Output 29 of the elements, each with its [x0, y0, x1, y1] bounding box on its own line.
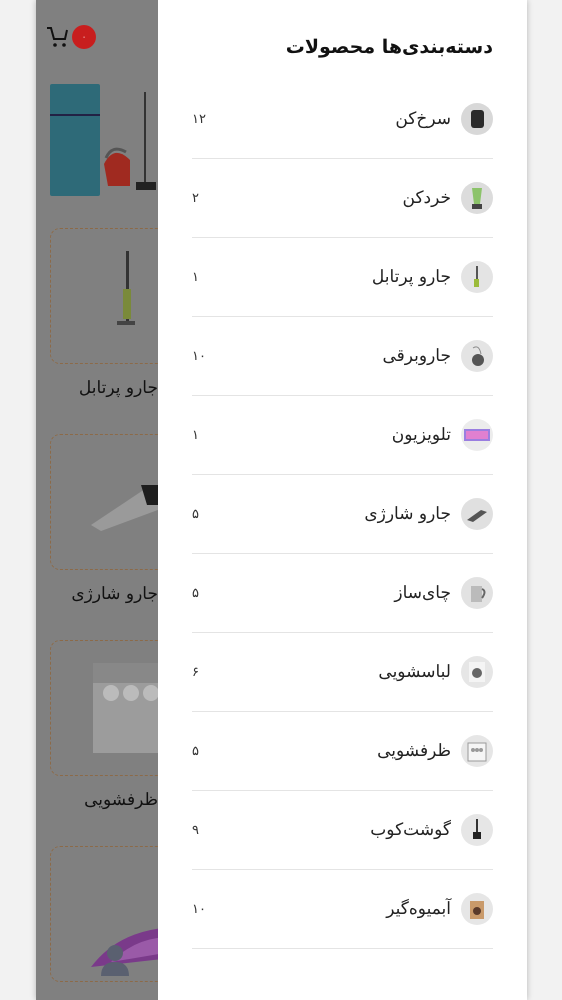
category-item[interactable]: گوشت‌کوب ۹	[192, 791, 493, 870]
drawer-title: دسته‌بندی‌ها محصولات	[284, 36, 493, 60]
category-count: ۱	[192, 270, 199, 284]
category-count: ۶	[192, 664, 199, 680]
category-item[interactable]: چای‌ساز ۵	[192, 554, 493, 633]
product-name: جارو شارژی	[71, 584, 158, 606]
category-count: ۲	[192, 190, 199, 206]
category-count: ۱۰	[192, 902, 206, 916]
cart-badge: ۰	[72, 25, 96, 49]
category-item[interactable]: آبمیوه‌گیر ۱۰	[192, 870, 493, 949]
category-item[interactable]: ظرفشویی ۵	[192, 712, 493, 791]
category-item[interactable]: تلویزیون ۱	[192, 396, 493, 475]
category-item[interactable]: جاروبرقی ۱۰	[192, 317, 493, 396]
cart-icon[interactable]	[46, 26, 70, 48]
category-count: ۵	[192, 586, 199, 600]
category-item[interactable]: سرخ‌کن ۱۲	[192, 80, 493, 159]
product-name: جارو پرتابل	[78, 378, 158, 400]
profile-icon[interactable]	[100, 944, 130, 976]
category-count: ۱۲	[192, 112, 206, 126]
product-name: ظرفشویی	[84, 790, 158, 812]
category-item[interactable]: جارو شارژی ۵	[192, 475, 493, 554]
category-count: ۵	[192, 506, 199, 522]
category-count: ۱	[192, 428, 199, 442]
category-item[interactable]: خردکن ۲	[192, 159, 493, 238]
category-count: ۵	[192, 744, 199, 758]
category-item[interactable]: جارو پرتابل ۱	[192, 238, 493, 317]
category-item[interactable]: لباسشویی ۶	[192, 633, 493, 712]
category-count: ۱۰	[192, 348, 206, 364]
category-count: ۹	[192, 822, 199, 838]
